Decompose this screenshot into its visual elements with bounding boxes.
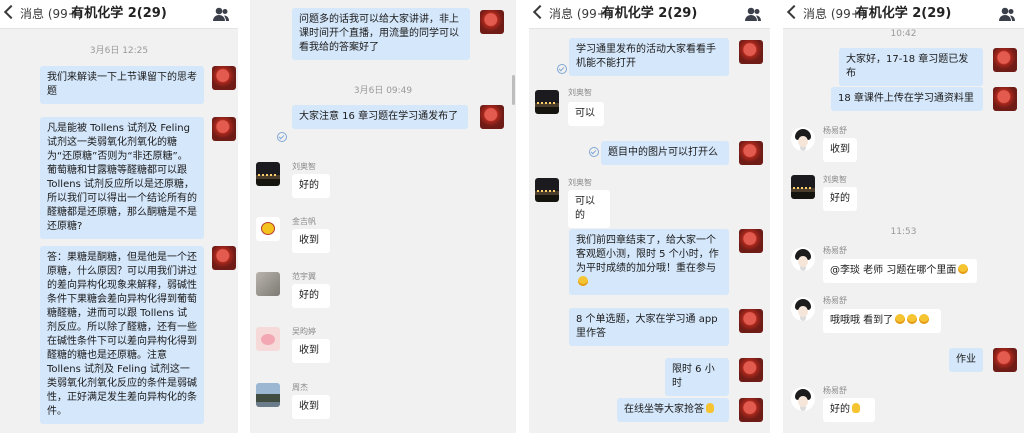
sender-name: 周杰 bbox=[292, 383, 308, 392]
chat-panel-1: 消息 (99+) 有机化学 2(29) 3月6日 12:25 我们来解读一下上节… bbox=[0, 0, 238, 433]
sender-name: 刘奥智 bbox=[568, 178, 592, 187]
chat-panel-2: 问题多的话我可以给大家讲讲，非上课时间开个直播，用流量的同学可以看我给的答案好了… bbox=[250, 0, 516, 433]
message-bubble[interactable]: 凡是能被 Tollens 试剂及 Feling 试剂这一类弱氧化剂氧化的糖为“还… bbox=[40, 117, 204, 239]
user-avatar[interactable] bbox=[256, 272, 280, 296]
user-avatar[interactable] bbox=[791, 247, 815, 271]
hand-emoji-icon bbox=[706, 403, 714, 413]
user-avatar[interactable] bbox=[791, 297, 815, 321]
message-bubble[interactable]: 收到 bbox=[292, 339, 330, 363]
message-bubble[interactable]: 收到 bbox=[823, 138, 857, 162]
teacher-avatar[interactable] bbox=[212, 246, 236, 270]
message-bubble[interactable]: 好的 bbox=[823, 398, 875, 422]
message-bubble[interactable]: 作业 bbox=[949, 348, 983, 372]
timestamp: 11:53 bbox=[890, 227, 917, 237]
sender-name: 杨易舒 bbox=[823, 296, 847, 305]
smile-emoji-icon bbox=[895, 314, 906, 324]
user-avatar[interactable] bbox=[791, 387, 815, 411]
sender-name: 刘奥智 bbox=[823, 175, 847, 184]
read-status-icon bbox=[277, 132, 287, 142]
user-avatar[interactable] bbox=[535, 178, 559, 202]
message-bubble[interactable]: 18 章课件上传在学习通资料里 bbox=[831, 87, 983, 111]
message-bubble[interactable]: 在线坐等大家抢答 bbox=[617, 398, 729, 422]
chat-title: 有机化学 2(29) bbox=[601, 6, 698, 21]
sender-name: 金吉帆 bbox=[292, 217, 316, 226]
sender-name: 吴昀婷 bbox=[292, 327, 316, 336]
message-bubble[interactable]: 大家好，17-18 章习题已发布 bbox=[839, 48, 983, 86]
sender-name: 刘奥智 bbox=[292, 162, 316, 171]
timestamp: 3月6日 09:49 bbox=[353, 86, 413, 96]
chat-panel-4: 消息 (99+) 有机化学 2(29) 10:42 大家好，17-18 章习题已… bbox=[783, 0, 1024, 433]
message-bubble[interactable]: 问题多的话我可以给大家讲讲，非上课时间开个直播，用流量的同学可以看我给的答案好了 bbox=[292, 8, 470, 60]
sender-name: 杨易舒 bbox=[823, 246, 847, 255]
teacher-avatar[interactable] bbox=[480, 105, 504, 129]
teacher-avatar[interactable] bbox=[739, 229, 763, 253]
read-status-icon bbox=[557, 64, 567, 74]
read-status-icon bbox=[589, 147, 599, 157]
smile-emoji-icon bbox=[919, 314, 930, 324]
message-bubble[interactable]: 好的 bbox=[823, 187, 857, 211]
sender-name: 刘奥智 bbox=[568, 88, 592, 97]
nav-bar: 消息 (99+) 有机化学 2(29) bbox=[783, 0, 1024, 29]
teacher-avatar[interactable] bbox=[480, 10, 504, 34]
message-bubble[interactable]: 可以 bbox=[568, 102, 604, 126]
teacher-avatar[interactable] bbox=[212, 66, 236, 90]
message-bubble[interactable]: 8 个单选题，大家在学习通 app 里作答 bbox=[569, 308, 729, 346]
chat-panel-3: 消息 (99+) 有机化学 2(29) 学习通里发布的活动大家看看手机能不能打开… bbox=[529, 0, 770, 433]
message-bubble[interactable]: 题目中的图片可以打开么 bbox=[601, 141, 729, 165]
sender-name: 杨易舒 bbox=[823, 386, 847, 395]
user-avatar[interactable] bbox=[256, 217, 280, 241]
group-members-icon[interactable] bbox=[998, 6, 1016, 22]
emoji-icon bbox=[958, 264, 969, 274]
message-bubble[interactable]: 限时 6 小时 bbox=[665, 358, 729, 396]
message-bubble[interactable]: @李琰 老师 习题在哪个里面 bbox=[823, 259, 977, 283]
sender-name: 杨易舒 bbox=[823, 126, 847, 135]
user-avatar[interactable] bbox=[256, 162, 280, 186]
scrollbar[interactable] bbox=[512, 75, 515, 105]
teacher-avatar[interactable] bbox=[993, 348, 1017, 372]
smile-emoji-icon bbox=[578, 276, 588, 286]
user-avatar[interactable] bbox=[791, 127, 815, 151]
teacher-avatar[interactable] bbox=[739, 141, 763, 165]
user-avatar[interactable] bbox=[256, 327, 280, 351]
message-bubble[interactable]: 哦哦哦 看到了 bbox=[823, 309, 941, 333]
teacher-avatar[interactable] bbox=[212, 117, 236, 141]
user-avatar[interactable] bbox=[791, 175, 815, 199]
message-bubble[interactable]: 好的 bbox=[292, 174, 330, 198]
message-bubble[interactable]: 收到 bbox=[292, 229, 330, 253]
user-avatar[interactable] bbox=[535, 90, 559, 114]
message-bubble[interactable]: 收到 bbox=[292, 395, 330, 419]
timestamp: 3月6日 12:25 bbox=[89, 46, 149, 56]
teacher-avatar[interactable] bbox=[739, 309, 763, 333]
teacher-avatar[interactable] bbox=[739, 398, 763, 422]
chat-title: 有机化学 2(29) bbox=[71, 6, 167, 21]
message-bubble[interactable]: 好的 bbox=[292, 284, 330, 308]
message-bubble[interactable]: 学习通里发布的活动大家看看手机能不能打开 bbox=[569, 38, 729, 76]
smile-emoji-icon bbox=[907, 314, 918, 324]
teacher-avatar[interactable] bbox=[993, 87, 1017, 111]
nav-bar: 消息 (99+) 有机化学 2(29) bbox=[529, 0, 770, 29]
teacher-avatar[interactable] bbox=[739, 40, 763, 64]
teacher-avatar[interactable] bbox=[739, 358, 763, 382]
teacher-avatar[interactable] bbox=[993, 48, 1017, 72]
message-bubble[interactable]: 我们前四章结束了，给大家一个客观题小测，限时 5 个小时，作为平时成绩的加分哦！… bbox=[569, 229, 729, 295]
message-bubble[interactable]: 答：果糖是酮糖，但是他是一个还原糖，什么原因？可以用我们讲过的差向异构化现象来解… bbox=[40, 246, 204, 424]
ok-hand-emoji-icon bbox=[852, 403, 860, 413]
group-members-icon[interactable] bbox=[212, 6, 230, 22]
chat-title: 有机化学 2(29) bbox=[855, 6, 952, 21]
timestamp: 10:42 bbox=[890, 29, 917, 39]
sender-name: 范宇翼 bbox=[292, 272, 316, 281]
user-avatar[interactable] bbox=[256, 383, 280, 407]
group-members-icon[interactable] bbox=[744, 6, 762, 22]
message-bubble[interactable]: 大家注意 16 章习题在学习通发布了 bbox=[292, 105, 468, 129]
message-bubble[interactable]: 可以的 bbox=[568, 190, 610, 228]
message-bubble[interactable]: 我们来解读一下上节课留下的思考题 bbox=[40, 66, 204, 104]
nav-bar: 消息 (99+) 有机化学 2(29) bbox=[0, 0, 238, 29]
